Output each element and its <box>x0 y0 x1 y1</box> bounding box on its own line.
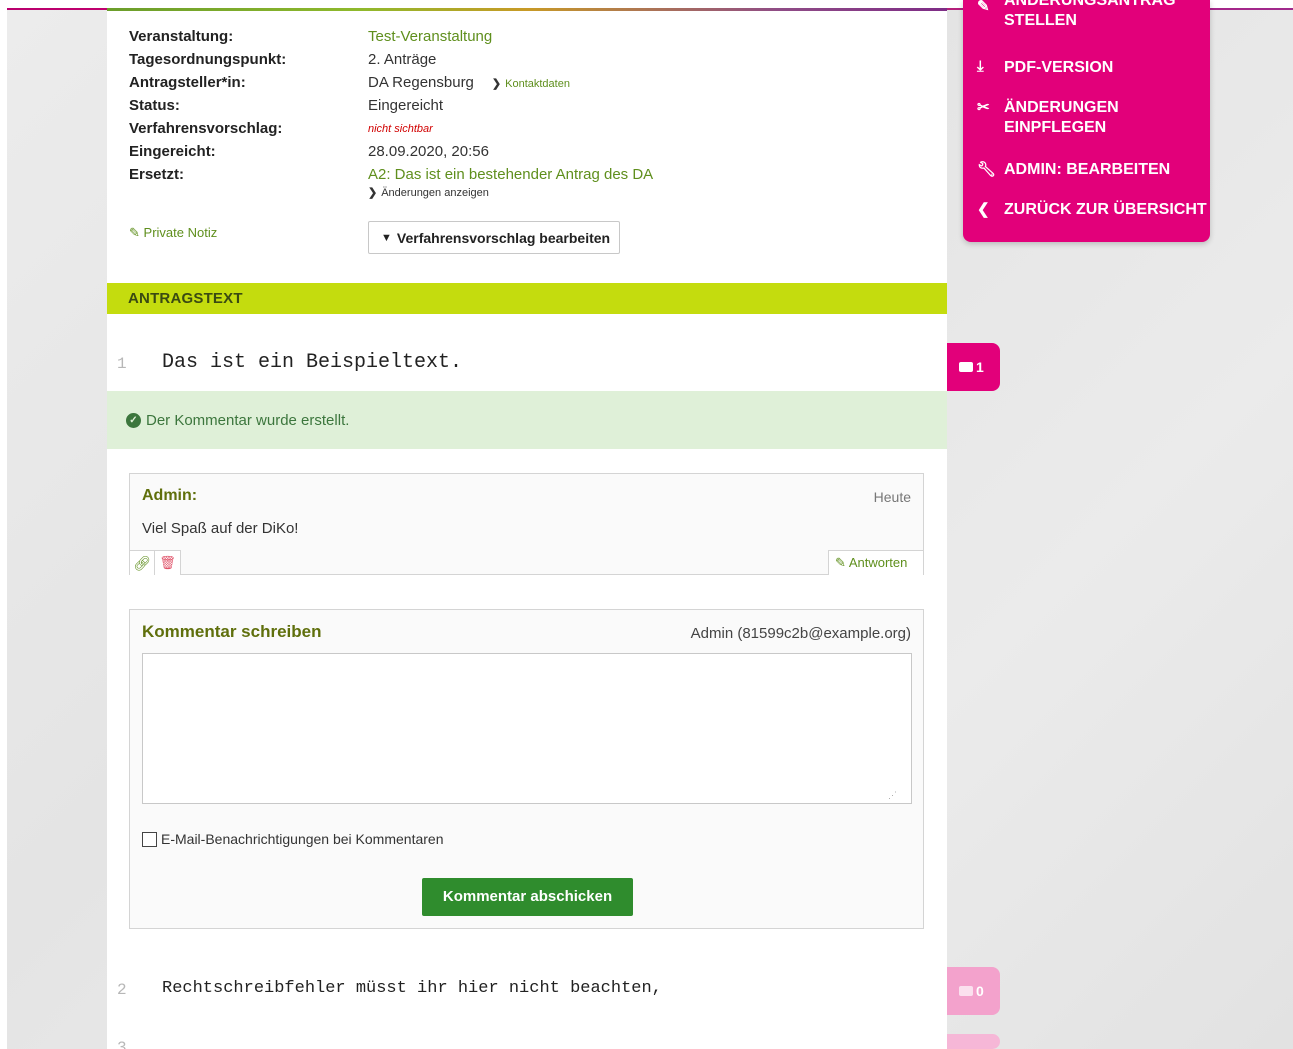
comment-form-user: Admin (81599c2b@example.org) <box>690 625 911 642</box>
meta-row-status: Status: Eingereicht <box>129 97 909 119</box>
line-number: 1 <box>117 355 127 373</box>
meta-row-replaces: Ersetzt: A2: Das ist ein bestehender Ant… <box>129 166 909 188</box>
replaced-motion-link[interactable]: A2: Das ist ein bestehender Antrag des D… <box>368 166 653 183</box>
sidebar-item-label: ZURÜCK ZUR ÜBERSICHT <box>1004 201 1207 218</box>
sidebar-menu: ✎ ÄNDERUNGSANTRAG STELLEN ⤓ PDF-VERSION … <box>963 0 1210 242</box>
email-notification-checkbox[interactable]: E-Mail-Benachrichtigungen bei Kommentare… <box>142 831 443 847</box>
chevron-right-icon: ❯ <box>368 187 378 199</box>
meta-row-agenda: Tagesordnungspunkt: 2. Anträge <box>129 51 909 73</box>
contact-link-label: Kontaktdaten <box>505 78 570 90</box>
meta-label: Ersetzt: <box>129 166 185 183</box>
contact-link[interactable]: ❯ Kontaktdaten <box>492 78 570 90</box>
meta-label: Status: <box>129 97 180 114</box>
email-notification-label: E-Mail-Benachrichtigungen bei Kommentare… <box>161 831 444 847</box>
comment-count-bubble-line-3[interactable] <box>947 1034 1000 1049</box>
meta-label: Verfahrensvorschlag: <box>129 120 283 137</box>
trash-icon[interactable]: 🗑︎ <box>155 550 181 575</box>
sidebar-item-admin-edit[interactable]: 🔧︎ ADMIN: BEARBEITEN <box>963 160 1210 182</box>
sidebar-item-label: ÄNDERUNGEN EINPFLEGEN <box>1004 99 1119 136</box>
content-color-line <box>107 8 947 11</box>
check-circle-icon: ✓ <box>126 412 141 428</box>
motion-line-cutoff: 3 <box>117 1039 127 1049</box>
meta-row-event: Veranstaltung: Test-Veranstaltung <box>129 28 909 50</box>
meta-row-procedure: Verfahrensvorschlag: nicht sichtbar <box>129 120 909 142</box>
link-icon[interactable]: 🔗︎ <box>130 550 155 575</box>
success-alert-text: Der Kommentar wurde erstellt. <box>146 411 350 429</box>
page-left-border <box>0 0 7 1049</box>
comment-icon <box>959 362 973 372</box>
proposer-name: DA Regensburg <box>368 74 474 91</box>
chevron-right-icon: ❯ <box>491 78 502 90</box>
show-changes-link[interactable]: ❯ Änderungen anzeigen <box>368 186 489 199</box>
line-number: 2 <box>117 981 127 999</box>
meta-label: Veranstaltung: <box>129 28 234 45</box>
event-link[interactable]: Test-Veranstaltung <box>368 28 492 45</box>
comment-count: 0 <box>976 983 984 999</box>
reply-button[interactable]: ✎ Antworten <box>828 550 923 575</box>
motion-line-text: Rechtschreibfehler müsst ihr hier nicht … <box>162 979 662 998</box>
sidebar-item-label: PDF-VERSION <box>1004 59 1114 76</box>
comment-author: Admin: <box>142 487 198 504</box>
meta-value: 28.09.2020, 20:56 <box>368 143 489 160</box>
procedure-edit-label: Verfahrensvorschlag bearbeiten <box>396 229 611 246</box>
show-changes-label: Änderungen anzeigen <box>381 187 489 199</box>
comment-form: Kommentar schreiben Admin (81599c2b@exam… <box>129 609 924 929</box>
comment-textarea[interactable] <box>142 653 912 804</box>
comment-icon <box>959 986 973 996</box>
reply-label: Antworten <box>848 555 908 570</box>
procedure-edit-button[interactable]: ▼ Verfahrensvorschlag bearbeiten <box>368 221 620 254</box>
meta-label: Eingereicht: <box>129 143 216 160</box>
private-note-link[interactable]: ✎ Private Notiz <box>129 225 217 241</box>
sidebar-item-label: ADMIN: BEARBEITEN <box>1004 161 1171 178</box>
chevron-left-icon: ❮ <box>977 201 990 218</box>
meta-label: Antragsteller*in: <box>129 74 246 91</box>
wrench-icon: 🔧︎ <box>977 161 997 178</box>
private-note-label: Private Notiz <box>143 225 218 240</box>
scissors-icon: ✂ <box>977 99 990 116</box>
sidebar-item-pdf[interactable]: ⤓ PDF-VERSION <box>963 58 1210 80</box>
procedure-visibility: nicht sichtbar <box>368 123 433 135</box>
comment-date: Heute <box>873 489 911 505</box>
comment-count: 1 <box>976 359 984 375</box>
meta-row-submitted: Eingereicht: 28.09.2020, 20:56 <box>129 143 909 165</box>
submit-comment-button[interactable]: Kommentar abschicken <box>422 878 633 916</box>
resize-handle-icon[interactable]: ⋰ <box>888 790 921 926</box>
chevron-down-icon: ▼ <box>381 231 392 244</box>
comment: Admin: Heute Viel Spaß auf der DiKo! 🔗︎ … <box>129 473 924 575</box>
success-alert: ✓ Der Kommentar wurde erstellt. <box>107 391 947 449</box>
pencil-icon: ✎ <box>835 555 846 570</box>
download-icon: ⤓ <box>977 58 984 75</box>
checkbox-box[interactable] <box>142 831 157 847</box>
meta-value: Eingereicht <box>368 97 444 114</box>
comment-count-bubble-line-2[interactable]: 0 <box>947 967 1000 1015</box>
pencil-icon: ✎ <box>977 0 990 15</box>
comment-form-title: Kommentar schreiben <box>142 622 322 641</box>
sidebar-item-merge-changes[interactable]: ✂ ÄNDERUNGEN EINPFLEGEN <box>963 98 1210 140</box>
motion-line-text: Das ist ein Beispieltext. <box>162 351 463 374</box>
comment-count-bubble-line-1[interactable]: 1 <box>947 343 1000 391</box>
meta-row-proposer: Antragsteller*in: DA Regensburg ❯ Kontaktd… <box>129 74 909 96</box>
sidebar-item-label: ÄNDERUNGSANTRAG STELLEN <box>1004 0 1176 29</box>
section-title: ANTRAGSTEXT <box>107 283 947 314</box>
meta-label: Tagesordnungspunkt: <box>129 51 287 68</box>
sidebar-item-back[interactable]: ❮ ZURÜCK ZUR ÜBERSICHT <box>963 200 1210 222</box>
main-content: Veranstaltung: Test-Veranstaltung Tageso… <box>107 11 947 1049</box>
pin-icon: ✎ <box>129 225 140 240</box>
meta-value: DA Regensburg ❯ Kontaktdaten <box>368 74 570 91</box>
meta-value: 2. Anträge <box>368 51 437 68</box>
sidebar-item-amendment[interactable]: ✎ ÄNDERUNGSANTRAG STELLEN <box>963 0 1210 37</box>
comment-text: Viel Spaß auf der DiKo! <box>142 520 299 537</box>
